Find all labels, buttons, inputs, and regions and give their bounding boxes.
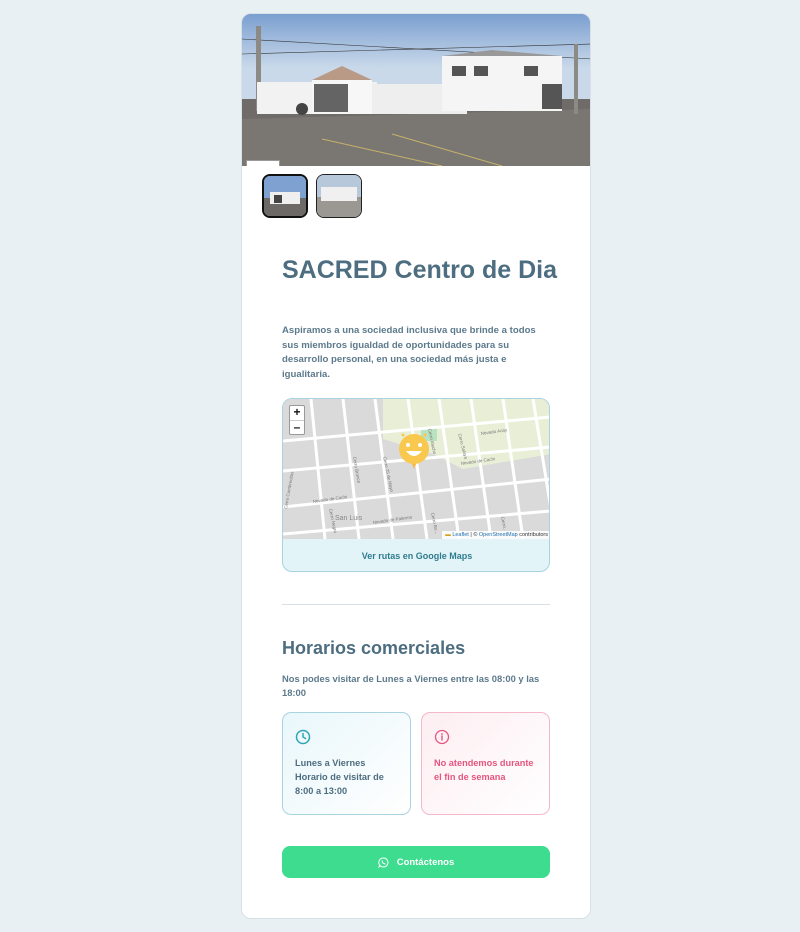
weekend-line-1: No atendemos durante [434, 758, 534, 768]
hero-photo[interactable] [242, 14, 590, 166]
contact-button[interactable]: Contáctenos [282, 846, 550, 878]
thumbnail-2[interactable] [316, 174, 362, 218]
page-title: SACRED Centro de Dia [282, 256, 558, 284]
thumbnail-strip [262, 174, 362, 218]
weekday-days: Lunes a Viernes [295, 758, 366, 768]
zoom-control: + – [289, 405, 305, 435]
thumbnail-1[interactable] [262, 174, 308, 218]
thumbnail-image [317, 175, 361, 217]
hours-heading: Horarios comerciales [282, 638, 466, 658]
hours-description: Nos podes visitar de Lunes a Viernes ent… [282, 673, 540, 698]
section-divider [282, 604, 550, 605]
google-maps-link[interactable]: Ver rutas en Google Maps [283, 539, 549, 571]
map[interactable]: Cerro Bronce Cerro 25 de Mayo Cerro Alec… [283, 399, 549, 539]
whatsapp-icon [378, 857, 389, 868]
weekend-line-2: el fin de semana [434, 772, 506, 782]
listing-card: SACRED Centro de Dia Aspiramos a una soc… [241, 13, 591, 919]
place-label: San Luis [335, 515, 363, 522]
weekend-closed-card: No atendemos durante el fin de semana [421, 712, 550, 815]
clock-icon [295, 729, 311, 745]
hero-badge [246, 160, 280, 166]
zoom-out-button[interactable]: – [290, 420, 304, 434]
listing-description: Aspiramos a una sociedad inclusiva que b… [282, 325, 536, 380]
weekday-time: 8:00 a 13:00 [295, 786, 348, 796]
map-attribution: ▬ Leaflet | © OpenStreetMap contributors [442, 531, 549, 539]
osm-link[interactable]: OpenStreetMap [479, 532, 518, 538]
attribution-tail: contributors [517, 532, 548, 538]
weekday-hours-card: Lunes a Viernes Horario de visitar de 8:… [282, 712, 411, 815]
info-icon [434, 729, 450, 745]
flag-icon: ▬ [445, 532, 451, 538]
leaflet-link[interactable]: Leaflet [452, 532, 469, 538]
attribution-separator: | © [468, 532, 479, 538]
thumbnail-image [264, 176, 306, 216]
street-view-image [242, 14, 590, 166]
contact-button-label: Contáctenos [396, 856, 455, 868]
weekday-label: Horario de visitar de [295, 772, 384, 782]
map-card: Cerro Bronce Cerro 25 de Mayo Cerro Alec… [282, 398, 550, 572]
map-tiles: Cerro Bronce Cerro 25 de Mayo Cerro Alec… [283, 399, 549, 539]
zoom-in-button[interactable]: + [290, 406, 304, 420]
